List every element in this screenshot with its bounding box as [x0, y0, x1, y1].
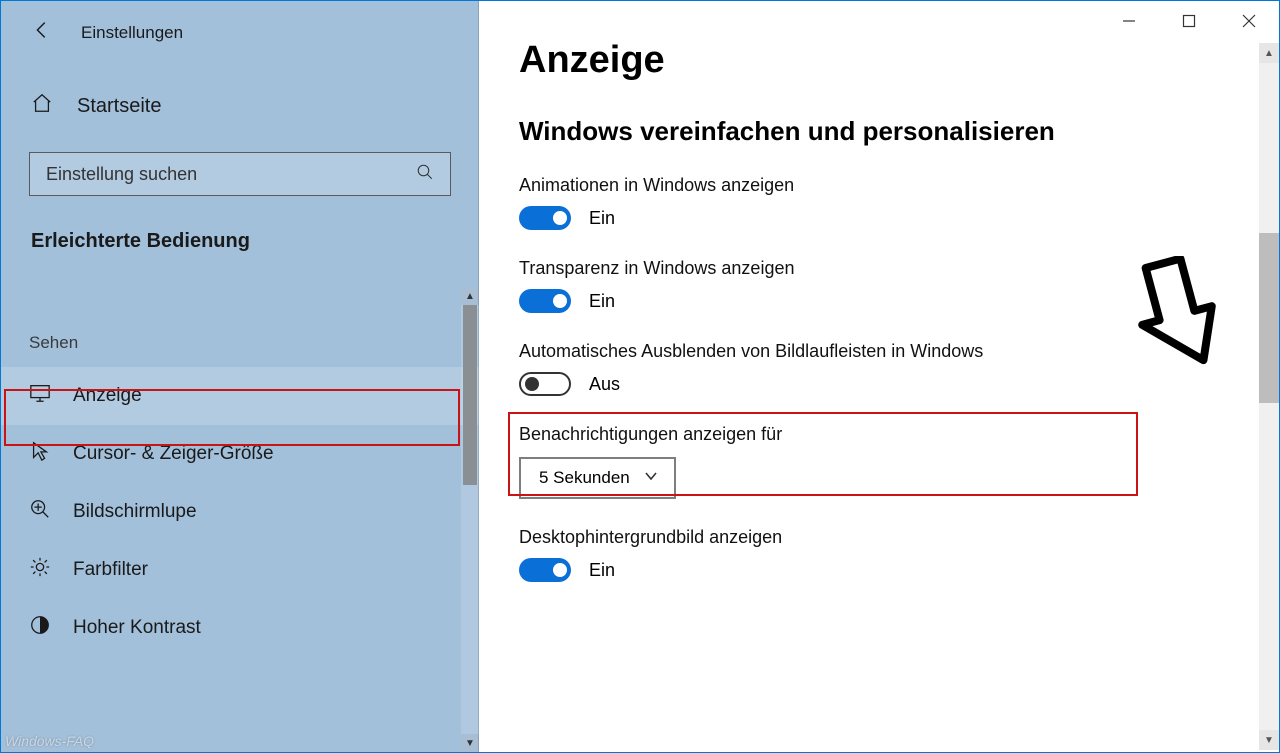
sidebar-item-label: Farbfilter — [73, 559, 148, 581]
setting-notifications-duration: Benachrichtigungen anzeigen für 5 Sekund… — [519, 424, 1279, 499]
scrollbar-thumb[interactable] — [1259, 233, 1279, 403]
toggle-state: Aus — [589, 374, 620, 395]
minimize-button[interactable] — [1099, 1, 1159, 41]
sidebar-item-label: Hoher Kontrast — [73, 617, 201, 639]
magnifier-plus-icon — [29, 498, 51, 526]
app-title: Einstellungen — [81, 23, 183, 43]
scrollbar-up-icon[interactable]: ▲ — [1259, 43, 1279, 63]
toggle-state: Ein — [589, 291, 615, 312]
page-title: Anzeige — [519, 39, 1279, 82]
monitor-icon — [29, 382, 51, 410]
toggle-transparency[interactable] — [519, 289, 571, 313]
search-input[interactable] — [46, 164, 376, 185]
dropdown-value: 5 Sekunden — [539, 468, 630, 488]
toggle-state: Ein — [589, 208, 615, 229]
sidebar-item-cursor[interactable]: Cursor- & Zeiger-Größe — [1, 425, 479, 483]
sidebar-category: Erleichterte Bedienung — [1, 196, 479, 261]
setting-label: Desktophintergrundbild anzeigen — [519, 527, 1279, 548]
close-button[interactable] — [1219, 1, 1279, 41]
settings-sidebar: Einstellungen Startseite Erleichterte Be… — [1, 1, 479, 752]
sidebar-item-farbfilter[interactable]: Farbfilter — [1, 541, 479, 599]
sidebar-home[interactable]: Startseite — [1, 46, 479, 140]
cursor-icon — [29, 440, 51, 468]
sidebar-group-label: Sehen — [1, 287, 479, 367]
sidebar-item-bildschirmlupe[interactable]: Bildschirmlupe — [1, 483, 479, 541]
settings-main: ▲ ▼ Anzeige Windows vereinfachen und per… — [479, 1, 1279, 752]
maximize-button[interactable] — [1159, 1, 1219, 41]
sidebar-scrollbar[interactable]: ▲ ▼ — [461, 287, 479, 752]
section-title: Windows vereinfachen und personalisieren — [519, 116, 1279, 147]
main-scrollbar[interactable]: ▲ ▼ — [1259, 43, 1279, 750]
color-filter-icon — [29, 556, 51, 584]
setting-animations: Animationen in Windows anzeigen Ein — [519, 175, 1279, 230]
toggle-state: Ein — [589, 560, 615, 581]
scrollbar-down-icon[interactable]: ▼ — [461, 734, 479, 752]
search-icon — [416, 163, 434, 186]
toggle-autohide-scrollbars[interactable] — [519, 372, 571, 396]
watermark: Windows-FAQ — [5, 733, 94, 749]
scrollbar-down-icon[interactable]: ▼ — [1259, 730, 1279, 750]
setting-label: Benachrichtigungen anzeigen für — [519, 424, 1279, 445]
scrollbar-thumb[interactable] — [463, 305, 477, 485]
contrast-icon — [29, 614, 51, 642]
sidebar-item-label: Bildschirmlupe — [73, 501, 197, 523]
setting-transparency: Transparenz in Windows anzeigen Ein — [519, 258, 1279, 313]
toggle-animations[interactable] — [519, 206, 571, 230]
setting-autohide-scrollbars: Automatisches Ausblenden von Bildlauflei… — [519, 341, 1279, 396]
notifications-duration-dropdown[interactable]: 5 Sekunden — [519, 457, 676, 499]
sidebar-item-hoher-kontrast[interactable]: Hoher Kontrast — [1, 599, 479, 657]
home-icon — [31, 92, 53, 120]
sidebar-item-label: Cursor- & Zeiger-Größe — [73, 443, 274, 465]
back-button[interactable] — [31, 19, 53, 46]
scrollbar-up-icon[interactable]: ▲ — [461, 287, 479, 305]
setting-desktop-bg: Desktophintergrundbild anzeigen Ein — [519, 527, 1279, 582]
chevron-down-icon — [644, 468, 658, 488]
toggle-desktop-bg[interactable] — [519, 558, 571, 582]
setting-label: Transparenz in Windows anzeigen — [519, 258, 1279, 279]
setting-label: Animationen in Windows anzeigen — [519, 175, 1279, 196]
setting-label: Automatisches Ausblenden von Bildlauflei… — [519, 341, 1279, 362]
sidebar-home-label: Startseite — [77, 95, 161, 118]
sidebar-item-label: Anzeige — [73, 385, 142, 407]
search-input-wrapper[interactable] — [29, 152, 451, 196]
sidebar-item-anzeige[interactable]: Anzeige — [1, 367, 479, 425]
